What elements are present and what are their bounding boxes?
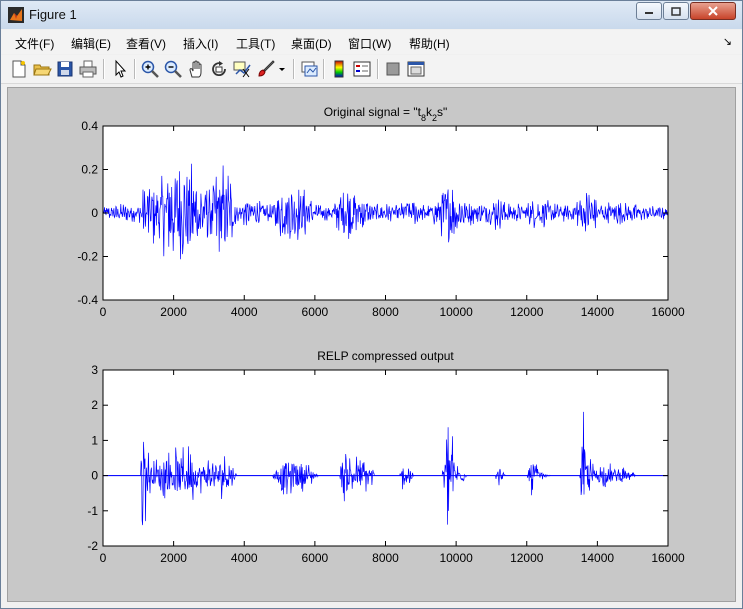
x-tick-label: 10000 bbox=[439, 305, 473, 319]
window-title: Figure 1 bbox=[29, 7, 77, 22]
y-tick-label: -0.2 bbox=[77, 250, 98, 264]
menubar-dock-arrow-icon[interactable]: ↘ bbox=[723, 35, 732, 48]
title-bar[interactable]: Figure 1 bbox=[1, 1, 742, 29]
menu-file[interactable]: 文件(F) bbox=[15, 35, 54, 52]
print-button[interactable] bbox=[78, 59, 98, 79]
link-plot-button[interactable] bbox=[299, 59, 319, 79]
show-plot-tools-button[interactable] bbox=[406, 59, 426, 79]
zoom-out-button[interactable] bbox=[163, 59, 183, 79]
figure-plots: Original signal = "t8k2s"0 2000 4000 6000 80… bbox=[77, 105, 685, 565]
maximize-button[interactable] bbox=[663, 2, 689, 20]
menu-edit[interactable]: 编辑(E) bbox=[71, 35, 111, 52]
menu-tools[interactable]: 工具(T) bbox=[236, 35, 275, 52]
x-tick-label: 10000 bbox=[439, 551, 473, 565]
x-tick-label: 16000 bbox=[651, 305, 685, 319]
x-tick-label: 8000 bbox=[372, 551, 399, 565]
y-tick-label: 0 bbox=[91, 469, 98, 483]
x-tick-label: 16000 bbox=[651, 551, 685, 565]
rotate-3d-icon bbox=[212, 61, 226, 77]
data-cursor-button[interactable] bbox=[232, 59, 252, 79]
figure-canvas: Original signal = "t8k2s" 0 2000 4000 6000 80… bbox=[7, 87, 736, 602]
toolbar-separator bbox=[377, 59, 379, 79]
minimize-button[interactable] bbox=[636, 2, 662, 20]
close-button[interactable] bbox=[690, 2, 736, 20]
maximize-icon bbox=[671, 6, 681, 16]
y-tick-label: 3 bbox=[91, 363, 98, 377]
legend-icon bbox=[353, 61, 371, 77]
x-tick-label: 12000 bbox=[510, 305, 544, 319]
print-icon bbox=[79, 60, 97, 78]
x-tick-label: 2000 bbox=[160, 551, 187, 565]
colorbar-button[interactable] bbox=[329, 59, 349, 79]
menu-insert[interactable]: 插入(I) bbox=[183, 35, 218, 52]
zoom-in-icon bbox=[141, 60, 159, 78]
zoom-out-icon bbox=[164, 60, 182, 78]
new-figure-button[interactable] bbox=[9, 59, 29, 79]
menu-help[interactable]: 帮助(H) bbox=[409, 35, 450, 52]
x-tick-label: 0 bbox=[100, 551, 107, 565]
hide-plot-tools-button[interactable] bbox=[383, 59, 403, 79]
x-tick-label: 6000 bbox=[302, 551, 329, 565]
menu-bar: 文件(F) 编辑(E) 查看(V) 插入(I) 工具(T) 桌面(D) 窗口(W… bbox=[1, 30, 742, 54]
figure-window: Figure 1 文件(F) 编辑(E) 查看(V) 插入(I) 工具(T) 桌… bbox=[0, 0, 743, 609]
close-icon bbox=[708, 6, 718, 16]
x-tick-label: 4000 bbox=[231, 551, 258, 565]
x-tick-label: 2000 bbox=[160, 305, 187, 319]
toolbar-separator bbox=[134, 59, 136, 79]
toolbar-separator bbox=[103, 59, 105, 79]
x-tick-label: 12000 bbox=[510, 551, 544, 565]
menu-desktop[interactable]: 桌面(D) bbox=[291, 35, 332, 52]
rotate-3d-button[interactable] bbox=[209, 59, 229, 79]
x-tick-label: 14000 bbox=[581, 305, 615, 319]
pointer-button[interactable] bbox=[110, 59, 130, 79]
hide-plot-tools-icon bbox=[386, 62, 400, 76]
y-tick-label: 0.4 bbox=[81, 119, 98, 133]
brush-button[interactable] bbox=[256, 59, 276, 79]
axes-title: RELP compressed output bbox=[317, 349, 454, 363]
menu-window[interactable]: 窗口(W) bbox=[348, 35, 391, 52]
minimize-icon bbox=[645, 12, 653, 14]
show-plot-tools-icon bbox=[407, 61, 425, 77]
pan-button[interactable] bbox=[186, 59, 206, 79]
open-button[interactable] bbox=[32, 59, 52, 79]
matlab-logo-icon bbox=[8, 7, 24, 23]
axes-title: Original signal = "t8k2s" bbox=[324, 105, 448, 123]
x-tick-label: 14000 bbox=[581, 551, 615, 565]
pointer-icon bbox=[115, 59, 127, 78]
save-button[interactable] bbox=[55, 59, 75, 79]
y-tick-label: 0 bbox=[91, 206, 98, 220]
zoom-in-button[interactable] bbox=[140, 59, 160, 79]
colorbar-icon bbox=[334, 60, 344, 78]
y-tick-label: -2 bbox=[87, 539, 98, 553]
brush-dropdown-button[interactable] bbox=[277, 59, 287, 79]
y-tick-label: -0.4 bbox=[77, 293, 98, 307]
axes-original-signal[interactable]: Original signal = "t8k2s" 0 2000 4000 6000 80… bbox=[77, 105, 685, 319]
y-tick-label: 2 bbox=[91, 398, 98, 412]
save-icon bbox=[57, 61, 73, 77]
data-cursor-icon bbox=[233, 61, 251, 78]
open-icon bbox=[33, 64, 52, 76]
x-tick-label: 6000 bbox=[302, 305, 329, 319]
dropdown-arrow-icon bbox=[279, 68, 285, 71]
y-tick-label: 0.2 bbox=[81, 163, 98, 177]
toolbar-separator bbox=[293, 59, 295, 79]
brush-icon bbox=[258, 60, 275, 77]
x-tick-label: 8000 bbox=[372, 305, 399, 319]
y-tick-label: 1 bbox=[91, 433, 98, 447]
toolbar-separator bbox=[323, 59, 325, 79]
new-figure-icon bbox=[12, 60, 26, 78]
legend-button[interactable] bbox=[352, 59, 372, 79]
pan-icon bbox=[189, 60, 202, 78]
y-tick-label: -1 bbox=[87, 504, 98, 518]
x-tick-label: 0 bbox=[100, 305, 107, 319]
axes-relp-output[interactable]: RELP compressed output 0 2000 4000 6000 8000 1… bbox=[87, 349, 685, 565]
x-tick-label: 4000 bbox=[231, 305, 258, 319]
link-plot-icon bbox=[301, 61, 318, 77]
toolbar bbox=[1, 55, 742, 84]
menu-view[interactable]: 查看(V) bbox=[126, 35, 166, 52]
